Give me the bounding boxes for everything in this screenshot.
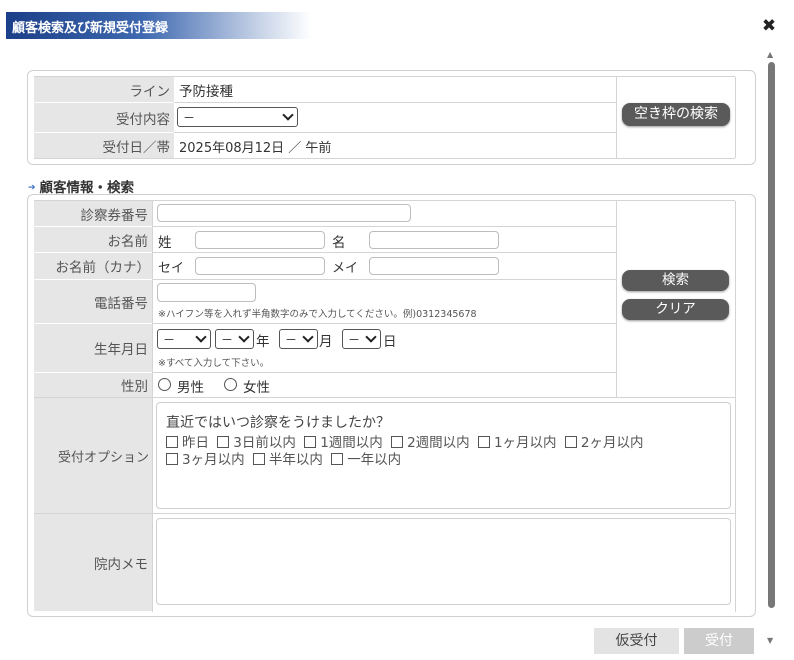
option-item[interactable]: 昨日: [166, 435, 209, 451]
customer-section-title: ➔ 顧客情報・検索: [28, 176, 134, 196]
content-label: 受付内容: [116, 111, 170, 128]
option-box: 直近ではいつ診察をうけましたか？ 昨日 3日前以内 1週間以内 2週間以内 1ヶ…: [156, 402, 731, 509]
option-item[interactable]: 3日前以内: [217, 435, 296, 451]
birth-era-value: －: [221, 333, 234, 347]
kana-first-label: メイ: [332, 261, 359, 276]
option-item[interactable]: 一年以内: [331, 452, 401, 468]
first-name-label: 名: [332, 235, 346, 251]
search-button[interactable]: 検索: [622, 270, 729, 291]
scrollbar-thumb[interactable]: [768, 62, 775, 608]
search-slots-button[interactable]: 空き枠の検索: [622, 103, 730, 126]
checkbox[interactable]: [217, 436, 230, 448]
kana-last-input[interactable]: [195, 257, 325, 275]
birth-year-select[interactable]: －: [157, 329, 211, 349]
line-label-cell: ライン: [34, 77, 174, 102]
birth-label-cell: 生年月日: [34, 324, 152, 372]
option-label-cell: 受付オプション: [34, 398, 152, 513]
gender-male-radio[interactable]: [158, 378, 171, 391]
birth-day-value: －: [348, 333, 361, 347]
scrollbar[interactable]: ▲ ▼: [765, 44, 777, 650]
option-checkbox-list: 昨日 3日前以内 1週間以内 2週間以内 1ヶ月以内 2ヶ月以内 3ヶ月以内 半…: [166, 435, 726, 469]
chevron-down-icon: [302, 331, 314, 343]
close-icon[interactable]: ✖: [761, 18, 777, 35]
kana-label-cell: お名前（カナ）: [34, 253, 152, 279]
checkbox[interactable]: [304, 436, 317, 448]
line-value: 予防接種: [179, 84, 233, 100]
option-item[interactable]: 1ヶ月以内: [477, 435, 557, 451]
content-label-cell: 受付内容: [34, 103, 174, 132]
gender-label: 性別: [121, 379, 148, 395]
memo-label-cell: 院内メモ: [34, 514, 152, 611]
birth-day-select[interactable]: －: [342, 329, 381, 349]
phone-note: ※ハイフン等を入れず半角数字のみで入力してください。例)0312345678: [158, 309, 477, 320]
clear-button[interactable]: クリア: [622, 299, 729, 320]
chevron-down-icon: [238, 331, 250, 343]
line-label: ライン: [129, 83, 171, 100]
name-label-cell: お名前: [34, 227, 152, 252]
birth-month-select[interactable]: －: [279, 329, 318, 349]
chevron-down-icon: [195, 331, 207, 343]
month-unit: 月: [319, 334, 333, 350]
kana-label: お名前（カナ）: [55, 260, 151, 276]
scroll-down-arrow-icon[interactable]: ▼: [767, 636, 773, 645]
accept-button[interactable]: 受付: [684, 628, 754, 654]
phone-label: 電話番号: [94, 295, 148, 312]
option-item[interactable]: 2ヶ月以内: [564, 435, 643, 451]
card-number-label: 診察券番号: [80, 207, 149, 224]
phone-label-cell: 電話番号: [34, 280, 152, 323]
date-label-cell: 受付日／帯: [34, 133, 174, 158]
card-number-label-cell: 診察券番号: [34, 201, 152, 226]
checkbox[interactable]: [166, 453, 178, 465]
year-unit: 年: [256, 334, 270, 350]
memo-label: 院内メモ: [94, 556, 148, 573]
gender-label-cell: 性別: [34, 373, 152, 397]
dialog-title-bar: 顧客検索及び新規受付登録: [6, 12, 311, 39]
phone-input[interactable]: [157, 283, 256, 302]
checkbox[interactable]: [564, 436, 577, 448]
birth-month-value: －: [285, 333, 298, 347]
first-name-input[interactable]: [369, 231, 499, 249]
date-label: 受付日／帯: [102, 139, 171, 156]
chevron-down-icon: [282, 109, 294, 121]
date-value: 2025年08月12日 ／ 午前: [179, 141, 332, 156]
name-label: お名前: [107, 233, 149, 250]
birth-note: ※すべて入力して下さい。: [158, 358, 270, 369]
reception-panel: ライン 受付内容 受付日／帯 予防接種 － 2025年08月12日 ／ 午前 空…: [27, 70, 756, 165]
provisional-accept-button[interactable]: 仮受付: [594, 628, 679, 654]
checkbox[interactable]: [331, 453, 344, 465]
gender-female-label: 女性: [243, 380, 270, 396]
option-item[interactable]: 3ヶ月以内: [166, 452, 245, 468]
option-item[interactable]: 2週間以内: [391, 435, 470, 451]
checkbox[interactable]: [477, 436, 490, 448]
content-select[interactable]: －: [177, 107, 298, 127]
arrow-right-icon: ➔: [28, 183, 36, 193]
last-name-input[interactable]: [195, 231, 325, 249]
day-unit: 日: [383, 334, 397, 350]
birth-year-value: －: [163, 333, 176, 347]
option-item[interactable]: 半年以内: [252, 452, 323, 468]
option-item[interactable]: 1週間以内: [304, 435, 383, 451]
customer-panel: 診察券番号 お名前 お名前（カナ） 電話番号 生年月日 性別 受付オプション 院…: [27, 194, 756, 617]
option-question: 直近ではいつ診察をうけましたか？: [166, 415, 390, 431]
gender-male-label: 男性: [177, 380, 204, 396]
scroll-up-arrow-icon[interactable]: ▲: [767, 50, 773, 59]
birth-era-select[interactable]: －: [215, 329, 254, 349]
card-number-input[interactable]: [157, 204, 411, 222]
kana-last-label: セイ: [158, 261, 185, 276]
chevron-down-icon: [365, 331, 377, 343]
content-select-value: －: [183, 111, 196, 125]
option-label: 受付オプション: [57, 450, 149, 465]
checkbox[interactable]: [391, 436, 404, 448]
last-name-label: 姓: [158, 235, 172, 251]
checkbox[interactable]: [252, 453, 265, 465]
memo-textarea[interactable]: [156, 518, 731, 605]
kana-first-input[interactable]: [369, 257, 499, 275]
birth-label: 生年月日: [94, 342, 148, 358]
dialog-title: 顧客検索及び新規受付登録: [12, 21, 169, 36]
checkbox[interactable]: [166, 436, 178, 448]
gender-female-radio[interactable]: [224, 378, 237, 391]
